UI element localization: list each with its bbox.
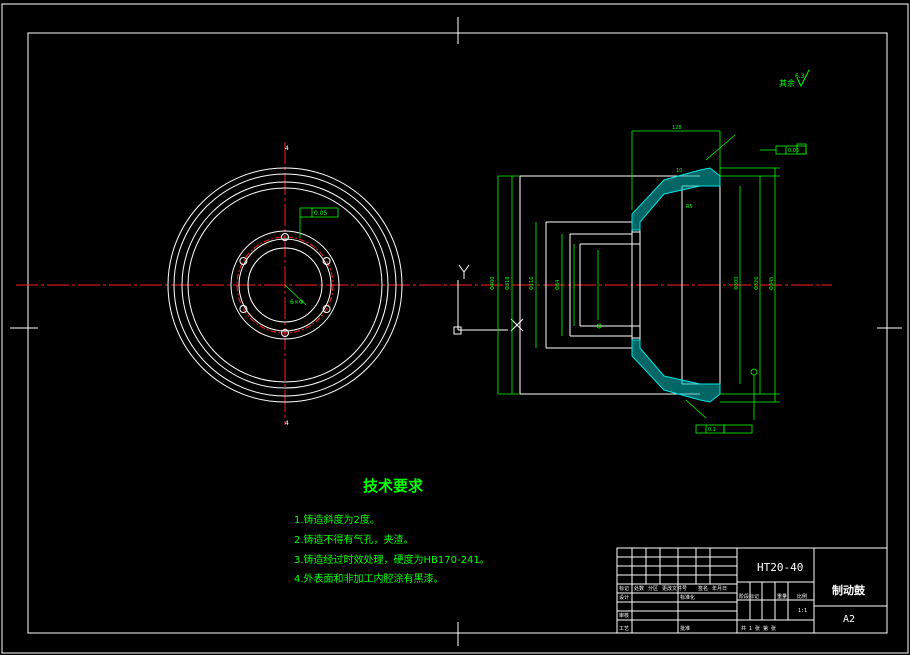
dim-dia-3: Φ84 — [555, 280, 561, 290]
tb-label: 处数 — [634, 585, 644, 592]
dim-small-1: 10 — [676, 168, 682, 174]
material-text: HT20-40 — [757, 561, 803, 574]
tb-process: 工艺 — [619, 626, 629, 632]
tech-item: 1.铸造斜度为2度。 — [294, 513, 380, 526]
roughness-value: 6.3 — [795, 73, 805, 80]
tb-weight-label: 重量 — [777, 593, 787, 600]
axis-x-label: X — [0, 0, 1, 1]
tb-label: 签名 — [698, 585, 708, 592]
sheet-size-text: A2 — [843, 614, 855, 625]
roughness-note: 其余 6.3 — [779, 69, 810, 88]
tech-item: 3.铸造经过时效处理，硬度为HB170-241。 — [294, 553, 490, 566]
tb-scale-label: 比例 — [797, 593, 807, 600]
dim-top-length: 128 — [672, 125, 682, 131]
tolerance-box-top-right: 0.05 — [760, 143, 807, 155]
dim-dia-4: Φ300 — [734, 277, 740, 290]
ucs-icon — [453, 264, 524, 335]
tb-label: 更改文件号 — [662, 585, 687, 592]
tb-label: 年月日 — [712, 585, 727, 592]
tech-title: 技术要求 — [363, 477, 424, 495]
dim-dia-1: Φ318 — [505, 277, 511, 290]
section-mark-bottom: 4 — [285, 420, 289, 427]
cad-drawing-canvas: 其余 6.3 4 4 0.05 6×Φ Y X 0.05 0.1 128 Φ40… — [0, 0, 909, 654]
roughness-label: 其余 — [779, 78, 795, 88]
inner-border — [27, 32, 888, 634]
dim-dia-2: Φ116 — [529, 277, 535, 290]
tb-design: 设计 — [619, 594, 629, 601]
tb-stage-label: 阶段标记 — [739, 593, 759, 600]
dim-dia-5: Φ326 — [754, 277, 760, 290]
title-block: HT20-40 制动鼓 A2 1:1 标记 处数 分区 更改文件号 签名 年月日… — [616, 547, 888, 634]
dim-dia-6: Φ345 — [769, 277, 775, 290]
tol-value-top: 0.05 — [788, 148, 799, 154]
tb-label: 标记 — [619, 585, 629, 592]
tech-item: 4.外表面和非加工内腔涂有黑漆。 — [294, 572, 444, 585]
web-bolt-hole-top — [631, 231, 641, 245]
tech-requirements: 技术要求 1.铸造斜度为2度。 2.铸造不得有气孔，夹渣。 3.铸造经过时效处理… — [294, 477, 490, 585]
tb-review: 审核 — [619, 612, 629, 619]
dim-left-dia: Φ400 — [490, 277, 496, 290]
pcd-leader: 6×Φ — [284, 284, 307, 306]
tolerance-value: 0.05 — [314, 210, 328, 217]
pcd-dimension: 6×Φ — [290, 299, 304, 306]
scale-value: 1:1 — [798, 608, 807, 614]
tb-label: 分区 — [648, 585, 658, 592]
upper-wall-hatch — [631, 167, 721, 231]
section-dimensions — [497, 130, 780, 420]
web-bolt-hole-bottom — [631, 325, 641, 339]
section-mark-top: 4 — [285, 145, 289, 152]
tol-value-bottom: 0.1 — [708, 427, 716, 433]
tb-approve: 批准 — [680, 625, 690, 632]
front-tolerance-box: 0.05 — [299, 207, 339, 238]
lower-wall-hatch — [631, 339, 721, 403]
tb-standardize: 标准化 — [680, 594, 695, 601]
tolerance-box-bottom: 0.1 — [695, 424, 753, 434]
dim-small-2: R5 — [686, 204, 693, 210]
tb-sheets: 共 1 张 第 张 — [741, 625, 776, 632]
section-view: 0.05 0.1 128 Φ400 Φ318 Φ116 Φ84 Φ300 Φ32… — [490, 125, 807, 434]
part-name-text: 制动鼓 — [832, 583, 866, 597]
tech-item: 2.铸造不得有气孔，夹渣。 — [294, 533, 414, 546]
